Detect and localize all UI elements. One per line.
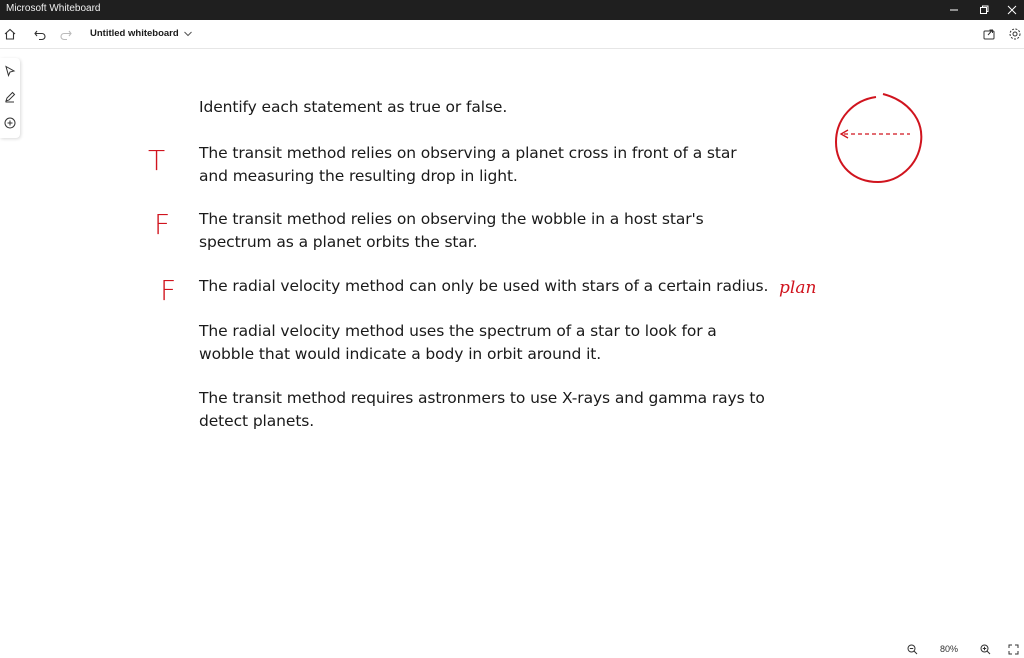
undo-icon xyxy=(34,30,46,41)
planet-circle-sketch xyxy=(834,93,923,184)
zoom-controls: 80% xyxy=(896,640,1024,658)
chevron-down-icon xyxy=(183,31,192,36)
zoom-in-button[interactable] xyxy=(978,642,992,656)
statement-4-line-2: wobble that would indicate a body in orb… xyxy=(199,345,602,363)
statement-2-line-1: The transit method relies on observing t… xyxy=(199,210,704,228)
settings-button[interactable] xyxy=(1005,24,1024,44)
fit-to-screen-button[interactable] xyxy=(1006,642,1020,656)
zoom-in-icon xyxy=(980,644,990,654)
instruction-text: Identify each statement as true or false… xyxy=(199,98,508,116)
top-toolbar: Untitled whiteboard xyxy=(0,20,1024,49)
zoom-out-icon xyxy=(907,644,917,654)
home-button[interactable] xyxy=(0,24,20,44)
undo-button[interactable] xyxy=(30,24,50,44)
zoom-level[interactable]: 80% xyxy=(940,644,958,654)
share-icon xyxy=(983,29,995,40)
app-title: Microsoft Whiteboard xyxy=(6,3,101,14)
statement-1-line-1: The transit method relies on observing a… xyxy=(199,144,737,162)
redo-icon xyxy=(60,30,72,41)
board-title: Untitled whiteboard xyxy=(90,28,179,39)
statement-5-line-1: The transit method requires astronmers t… xyxy=(199,389,765,407)
close-icon xyxy=(1007,5,1017,15)
restore-icon xyxy=(980,5,989,14)
share-button[interactable] xyxy=(979,24,999,44)
statement-4-line-1: The radial velocity method uses the spec… xyxy=(199,322,717,340)
home-icon xyxy=(4,28,16,40)
handwritten-note: plan xyxy=(779,278,817,298)
board-title-menu[interactable]: Untitled whiteboard xyxy=(90,28,193,39)
statement-3-line-1: The radial velocity method can only be u… xyxy=(199,277,769,295)
mark-statement-3: F xyxy=(160,274,177,307)
settings-icon xyxy=(1009,28,1021,40)
redo-button[interactable] xyxy=(56,24,76,44)
fit-screen-icon xyxy=(1008,644,1018,654)
close-button[interactable] xyxy=(996,0,1024,20)
statement-2-line-2: spectrum as a planet orbits the star. xyxy=(199,233,478,251)
minimize-button[interactable] xyxy=(938,0,970,20)
whiteboard-canvas[interactable]: Identify each statement as true or false… xyxy=(0,48,1024,640)
mark-statement-2: F xyxy=(154,208,171,241)
title-bar: Microsoft Whiteboard xyxy=(0,0,1024,20)
zoom-out-button[interactable] xyxy=(905,642,919,656)
mark-statement-1: T xyxy=(148,144,166,177)
statement-1-line-2: and measuring the resulting drop in ligh… xyxy=(199,167,518,185)
statement-5-line-2: detect planets. xyxy=(199,412,315,430)
minimize-icon xyxy=(950,9,958,11)
